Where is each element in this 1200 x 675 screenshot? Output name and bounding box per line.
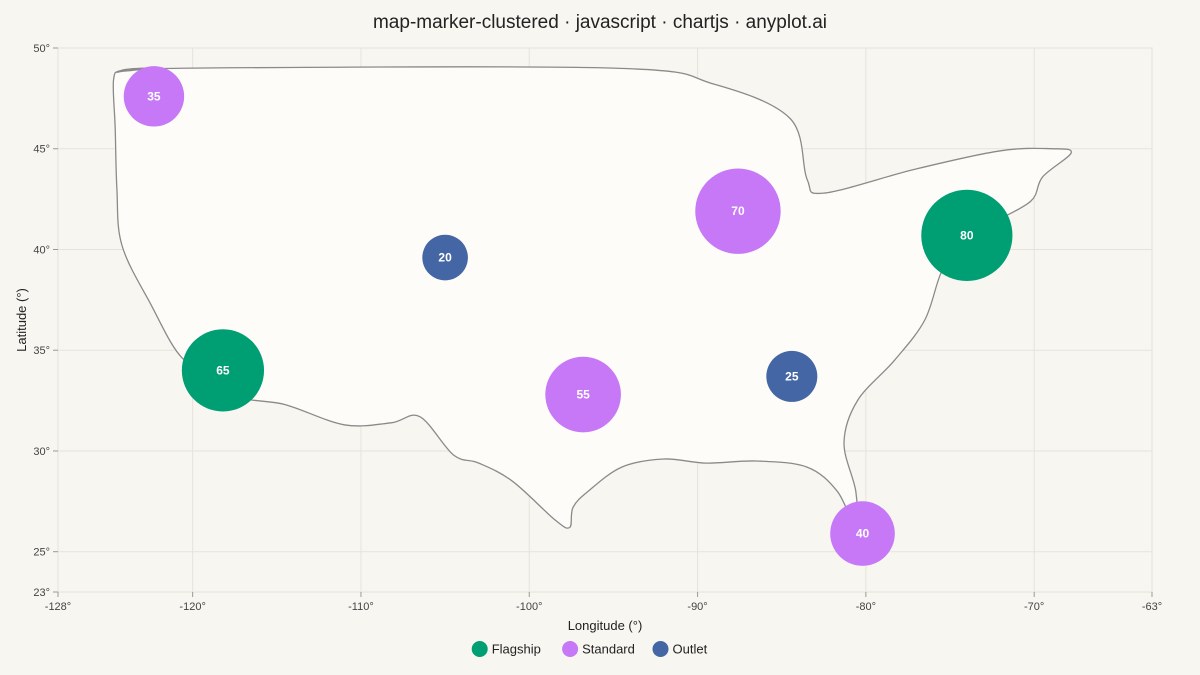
y-tick-label: 25° (33, 547, 50, 559)
x-tick-label: -128° (45, 601, 71, 613)
x-axis-ticks: -128° -120° -110° -100° -90° -80° -70° -63° (45, 592, 1162, 613)
y-tick-label: 50° (33, 43, 50, 55)
x-tick-label: -90° (687, 601, 707, 613)
cluster-count-label: 70 (731, 204, 745, 218)
cluster-count-label: 40 (856, 527, 870, 541)
x-axis-title: Longitude (°) (568, 618, 643, 633)
y-tick-label: 23° (33, 587, 50, 599)
cluster-count-label: 55 (576, 388, 590, 402)
chart-svg: map-marker-clustered · javascript · char… (14, 12, 1162, 657)
cluster-count-label: 25 (785, 369, 799, 383)
x-tick-label: -110° (348, 601, 374, 613)
legend-swatch-flagship[interactable] (471, 641, 488, 657)
y-axis-title: Latitude (°) (14, 288, 29, 352)
x-tick-label: -70° (1024, 601, 1044, 613)
x-tick-label: -80° (856, 601, 876, 613)
x-tick-label: -63° (1142, 601, 1162, 613)
legend-label-standard[interactable]: Standard (582, 642, 635, 657)
us-outline (112, 66, 1072, 529)
y-tick-label: 45° (33, 144, 50, 156)
legend-label-flagship[interactable]: Flagship (492, 642, 541, 657)
y-axis-ticks: 23° 25° 30° 35° 40° 45° 50° (33, 43, 58, 599)
legend-swatch-outlet[interactable] (652, 641, 669, 657)
cluster-count-label: 65 (216, 363, 230, 377)
cluster-count-label: 20 (438, 251, 452, 265)
x-tick-label: -100° (516, 601, 542, 613)
cluster-count-label: 35 (147, 89, 161, 103)
legend-swatch-standard[interactable] (562, 641, 579, 657)
cluster-count-label: 80 (960, 228, 974, 242)
y-tick-label: 35° (33, 345, 50, 357)
legend: Flagship Standard Outlet (471, 641, 708, 657)
chart-container: map-marker-clustered · javascript · char… (0, 0, 1200, 675)
y-tick-label: 40° (33, 244, 50, 256)
legend-label-outlet[interactable]: Outlet (673, 642, 708, 657)
y-tick-label: 30° (33, 446, 50, 458)
x-tick-label: -120° (179, 601, 205, 613)
chart-title: map-marker-clustered · javascript · char… (373, 12, 827, 33)
